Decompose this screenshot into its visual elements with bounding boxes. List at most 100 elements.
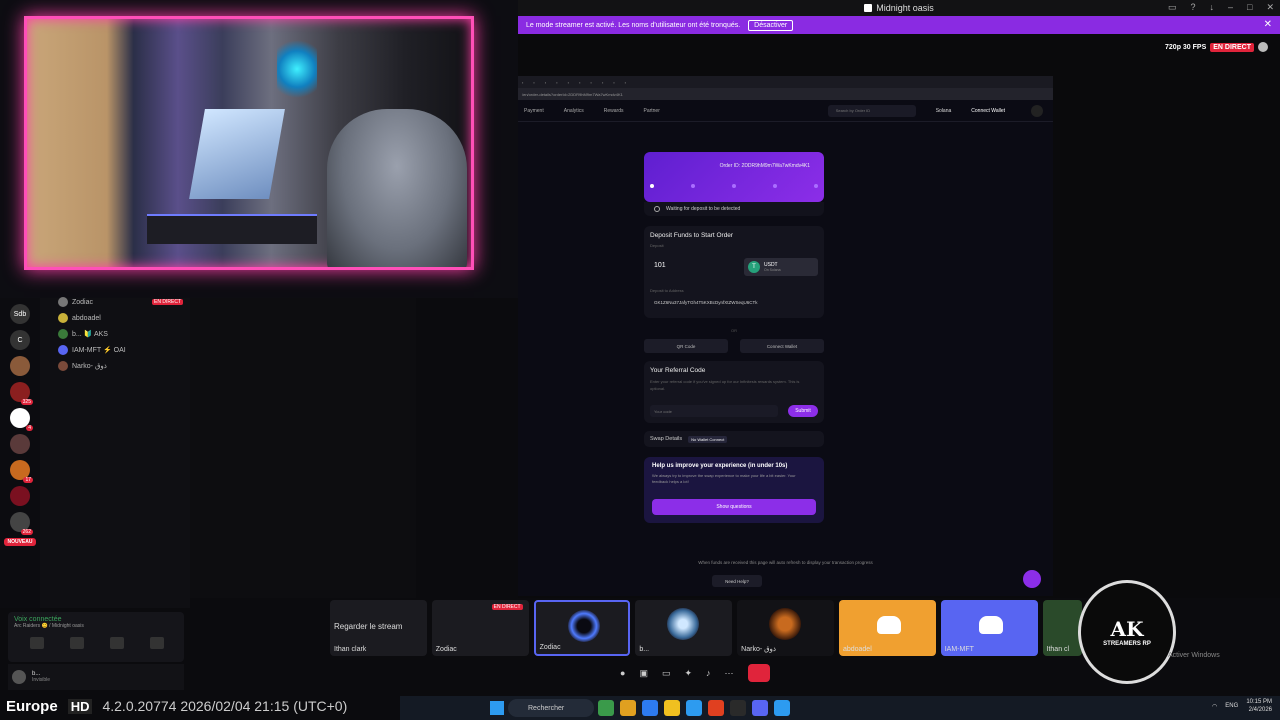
server-icon[interactable]: 17 (10, 460, 33, 483)
app-icon[interactable] (730, 700, 746, 716)
referral-input (650, 405, 778, 417)
order-id: Order ID: 2DDR9hM9m7Wa7wKmdv4K1 (719, 163, 810, 169)
close-icon[interactable]: ✕ (1264, 19, 1272, 30)
order-header-card: Order ID: 2DDR9hM9m7Wa7wKmdv4K1 (644, 152, 824, 202)
window-icon (864, 4, 873, 12)
nav-analytics: Analytics (563, 107, 584, 114)
discord-icon[interactable] (752, 700, 768, 716)
app-icon[interactable] (598, 700, 614, 716)
new-badge: NOUVEAU (4, 538, 36, 546)
clock[interactable]: 10:15 PM 2/4/2026 (1246, 698, 1272, 714)
streamer-banner-text: Le mode streamer est activé. Les noms d'… (526, 21, 741, 29)
voice-user[interactable]: Zodiac EN DIRECT (58, 294, 183, 310)
server-icon[interactable]: 325 (10, 382, 33, 405)
discord-icon (978, 616, 1003, 634)
stream-tile[interactable]: Regarder le stream Ithan clark (330, 600, 427, 656)
stream-tile-selected[interactable]: Zodiac (533, 600, 631, 656)
help-desc: We always try to improve the swap experi… (652, 473, 796, 484)
discord-icon (876, 616, 901, 634)
stream-tile[interactable]: Ithan cl (1042, 600, 1083, 656)
deposit-card: Deposit Funds to Start Order Deposit 101… (644, 226, 824, 318)
activity-icon[interactable] (110, 637, 124, 649)
minimize-button[interactable]: – (1228, 2, 1233, 13)
soundboard-icon[interactable]: ♪ (706, 668, 711, 678)
ak-streamers-logo: AK STREAMERS RP (1078, 580, 1176, 684)
inbox-icon[interactable]: ▭ (1168, 2, 1177, 13)
app-icon[interactable] (642, 700, 658, 716)
streamer-figure (327, 109, 467, 267)
server-icon[interactable]: Sdb (10, 304, 30, 324)
voice-connected-panel: Voix connectée Arc Raiders 😊 / Midnight … (8, 612, 184, 662)
no-wallet-badge: No Wallet Connect (688, 435, 728, 443)
referral-title: Your Referral Code (650, 367, 706, 374)
stream-tile[interactable]: abdoadel (838, 600, 936, 656)
server-icon[interactable]: C (10, 330, 30, 350)
voice-user[interactable]: abdoadel (58, 310, 183, 326)
wifi-icon[interactable]: ◠ (1212, 703, 1217, 710)
voice-user[interactable]: Narko- ذوق (58, 358, 183, 374)
help-icon[interactable]: ? (1190, 2, 1195, 13)
watch-stream-label[interactable]: Regarder le stream (334, 622, 402, 631)
server-icon[interactable] (10, 356, 30, 376)
connect-wallet-button: Connect Wallet (740, 339, 824, 353)
taskbar-search[interactable]: Rechercher (508, 699, 594, 717)
edge-icon[interactable] (686, 700, 702, 716)
browser-url: /en/order-details?orderId=2DDR9hM9m7Wa7w… (518, 88, 1053, 100)
avatar (667, 608, 700, 640)
activity-icon[interactable]: ✦ (684, 668, 692, 679)
address-label: Deposit to Address (650, 288, 684, 293)
video-icon[interactable] (30, 637, 44, 649)
referral-card: Your Referral Code Enter your referral c… (644, 361, 824, 423)
game-info-bar: Europe HD 4.2.0.20774 2026/02/04 21:15 (… (0, 692, 400, 720)
screen: Midnight oasis ▭ ? ↓ – □ ✕ Le mode strea… (0, 0, 1280, 720)
mic-icon[interactable]: ● (620, 668, 625, 678)
webcam-feed (24, 16, 474, 270)
system-tray: ◠ ENG 10:15 PM 2/4/2026 (1212, 698, 1272, 714)
voice-user[interactable]: b... 🔰 AKS (58, 326, 183, 342)
stream-tile[interactable]: b... (635, 600, 733, 656)
swap-details: Swap Details No Wallet Connect (644, 431, 824, 447)
lang-indicator[interactable]: ENG (1225, 703, 1238, 709)
referral-desc: Enter your referral code if you've signe… (650, 379, 800, 391)
download-icon[interactable]: ↓ (1210, 2, 1215, 13)
website-nav: Payment Analytics Rewards Partner Search… (518, 100, 1053, 122)
close-button[interactable]: ✕ (1266, 2, 1274, 13)
stream-tile[interactable]: Narko- ذوق (737, 600, 834, 656)
camera-icon[interactable]: ▣ (639, 668, 648, 679)
show-questions-button: Show questions (652, 499, 816, 515)
chat-icon[interactable] (1258, 42, 1268, 52)
screen-share-icon[interactable] (70, 637, 84, 649)
need-help-button: Need Help? (712, 575, 762, 587)
server-icon[interactable] (10, 486, 30, 506)
more-icon[interactable]: ⋯ (725, 668, 734, 679)
folder-icon[interactable] (664, 700, 680, 716)
server-icon[interactable]: 262 (10, 512, 33, 535)
user-status: Invisible (32, 677, 51, 683)
maximize-button[interactable]: □ (1247, 2, 1252, 13)
user-panel: b... Invisible (8, 664, 184, 690)
nav-partner: Partner (643, 107, 660, 114)
quality-badge: HD (67, 698, 93, 714)
order-column: Order ID: 2DDR9hM9m7Wa7wKmdv4K1 Waiting … (644, 152, 824, 523)
voice-user[interactable]: IAM-MFT ⚡ OAI (58, 342, 183, 358)
discord-titlebar: Midnight oasis ▭ ? ↓ – □ ✕ (518, 0, 1280, 16)
stream-tile[interactable]: EN DIRECT Zodiac (431, 600, 529, 656)
region-label: Europe (6, 697, 58, 715)
brave-icon[interactable] (708, 700, 724, 716)
screen-share-icon[interactable]: ▭ (662, 668, 671, 679)
order-progress-steps (650, 184, 818, 188)
nav-rewards: Rewards (603, 107, 624, 114)
call-controls: ● ▣ ▭ ✦ ♪ ⋯ (620, 662, 840, 684)
disable-streamer-mode-button[interactable]: Désactiver (748, 19, 794, 31)
server-icon[interactable]: 4 (10, 408, 33, 431)
app-icon[interactable] (620, 700, 636, 716)
order-search: Search by Order ID (827, 104, 916, 117)
start-button[interactable] (490, 701, 504, 715)
streamer-mode-banner: Le mode streamer est activé. Les noms d'… (518, 16, 1280, 34)
app-icon[interactable] (774, 700, 790, 716)
avatar[interactable] (12, 670, 26, 684)
soundboard-icon[interactable] (150, 637, 164, 649)
stream-tile[interactable]: IAM-MFT (940, 600, 1038, 656)
server-icon[interactable] (10, 434, 30, 454)
disconnect-button[interactable] (747, 664, 770, 682)
